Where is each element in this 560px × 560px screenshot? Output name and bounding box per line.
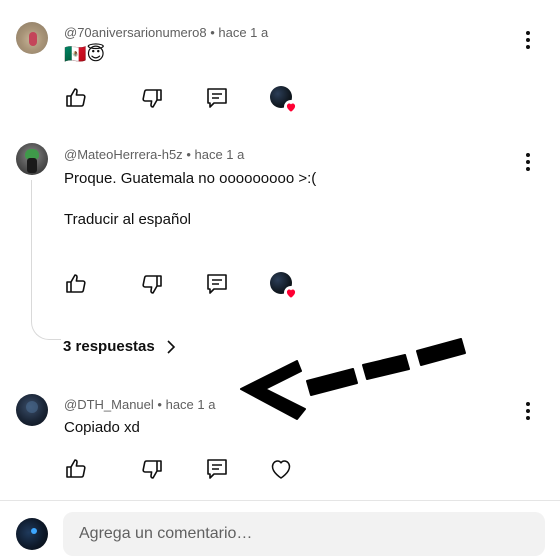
creator-heart bbox=[270, 272, 298, 300]
replies-label: 3 respuestas bbox=[63, 338, 155, 355]
chevron-right-icon bbox=[167, 339, 175, 354]
heart-icon bbox=[271, 460, 291, 479]
replies-toggle[interactable]: 3 respuestas bbox=[63, 338, 177, 355]
thumbs-up-icon bbox=[66, 88, 86, 107]
avatar[interactable] bbox=[16, 143, 48, 175]
more-vert-icon[interactable] bbox=[518, 399, 538, 423]
thumbs-down-icon bbox=[142, 275, 162, 294]
arrow-annotation bbox=[240, 338, 466, 420]
comment-text: Proque. Guatemala no ooooooooo >:( bbox=[64, 170, 317, 187]
comment-text: 🇲🇽😇 bbox=[64, 44, 106, 64]
reply-icon bbox=[207, 274, 227, 294]
more-vert-icon[interactable] bbox=[518, 150, 538, 174]
reply-button[interactable] bbox=[205, 272, 229, 296]
like-button[interactable] bbox=[64, 86, 88, 110]
comment-author[interactable]: @DTH_Manuel bbox=[64, 397, 154, 412]
thumbs-up-icon bbox=[66, 274, 86, 293]
avatar[interactable] bbox=[16, 394, 48, 426]
thumbs-down-icon bbox=[142, 89, 162, 108]
dislike-button[interactable] bbox=[140, 86, 164, 110]
translate-link[interactable]: Traducir al español bbox=[64, 211, 191, 228]
user-avatar[interactable] bbox=[16, 518, 48, 550]
avatar-figure-body bbox=[27, 158, 37, 173]
avatar[interactable] bbox=[16, 22, 48, 54]
reply-icon bbox=[207, 459, 227, 479]
comment-meta: @70aniversarionumero8 • hace 1 a bbox=[64, 25, 269, 40]
comment-meta: @DTH_Manuel • hace 1 a bbox=[64, 397, 216, 412]
like-button[interactable] bbox=[64, 272, 88, 296]
comment-meta: @MateoHerrera-h5z • hace 1 a bbox=[64, 147, 245, 162]
comment-time[interactable]: hace 1 a bbox=[166, 397, 216, 412]
dislike-button[interactable] bbox=[140, 272, 164, 296]
creator-heart bbox=[270, 86, 298, 114]
avatar-figure bbox=[29, 32, 37, 46]
reply-button[interactable] bbox=[205, 86, 229, 110]
reply-button[interactable] bbox=[205, 457, 229, 481]
comment-input[interactable] bbox=[79, 525, 545, 543]
reply-icon bbox=[207, 88, 227, 108]
dislike-button[interactable] bbox=[140, 457, 164, 481]
avatar-figure bbox=[31, 528, 37, 534]
comment-time[interactable]: hace 1 a bbox=[195, 147, 245, 162]
heart-icon bbox=[284, 286, 298, 300]
thumbs-up-icon bbox=[66, 459, 86, 478]
heart-icon bbox=[284, 100, 298, 114]
divider bbox=[0, 500, 560, 501]
comment-composer[interactable] bbox=[63, 512, 545, 556]
comment-author[interactable]: @70aniversarionumero8 bbox=[64, 25, 207, 40]
like-button[interactable] bbox=[64, 457, 88, 481]
avatar-figure bbox=[26, 401, 38, 413]
thumbs-down-icon bbox=[142, 460, 162, 479]
comment-time[interactable]: hace 1 a bbox=[218, 25, 268, 40]
comment-author[interactable]: @MateoHerrera-h5z bbox=[64, 147, 183, 162]
comment-text: Copiado xd bbox=[64, 419, 140, 436]
more-vert-icon[interactable] bbox=[518, 28, 538, 52]
thread-connector bbox=[31, 180, 61, 340]
heart-button[interactable] bbox=[269, 457, 293, 481]
